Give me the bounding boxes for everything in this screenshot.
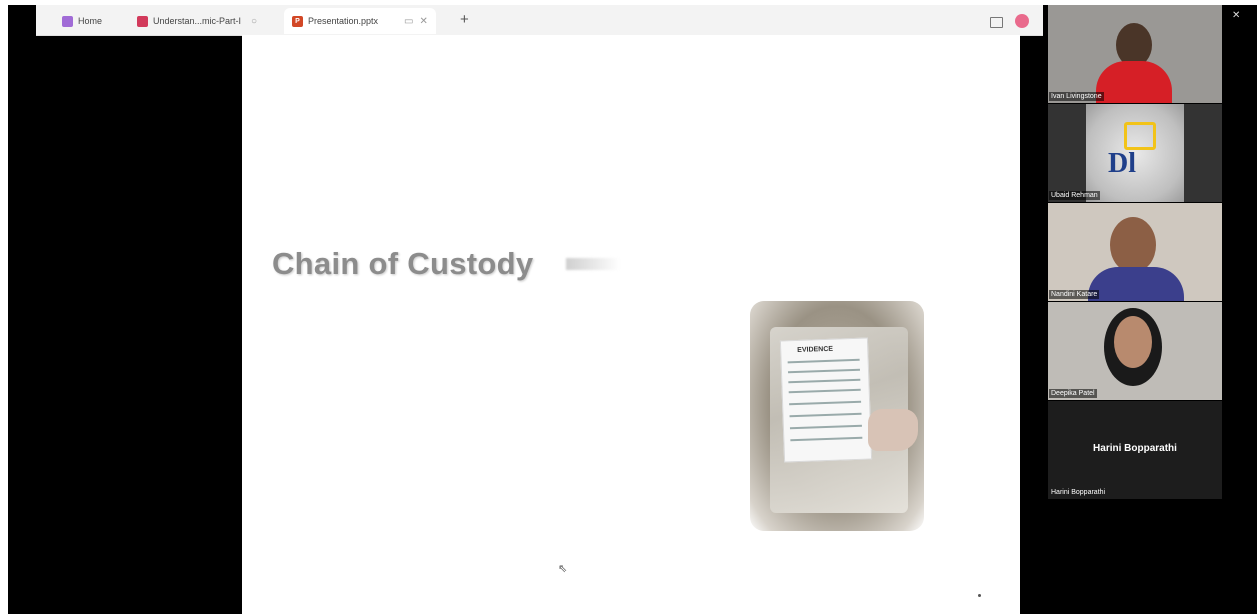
participant-name: Nandini Katare bbox=[1049, 290, 1100, 299]
participant-tile[interactable]: Nandini Katare bbox=[1048, 203, 1222, 301]
participant-face bbox=[1114, 316, 1152, 368]
powerpoint-favicon-icon: P bbox=[292, 15, 303, 27]
presentation-slide: Chain of Custody EVIDENCE ⇖ bbox=[242, 35, 1020, 614]
new-tab-button[interactable]: + bbox=[460, 11, 469, 28]
slide-dot bbox=[978, 594, 981, 597]
tab-sleep-icon: ○ bbox=[251, 15, 258, 27]
participant-tile[interactable]: Harini Bopparathi Harini Bopparathi bbox=[1048, 401, 1222, 499]
participant-face bbox=[1110, 217, 1156, 273]
participant-name: Ubaid Rehman bbox=[1049, 191, 1100, 200]
tab-label: Understan...mic-Part-I bbox=[153, 16, 242, 26]
tab-close-icon[interactable]: ✕ bbox=[420, 16, 428, 27]
slide-title: Chain of Custody bbox=[272, 246, 534, 281]
tab-label: Home bbox=[78, 16, 103, 26]
participant-logo: Dl bbox=[1086, 104, 1184, 202]
tab-label: Presentation.pptx bbox=[308, 16, 379, 26]
logo-monogram-icon: Dl bbox=[1108, 148, 1136, 179]
participant-display-name: Harini Bopparathi bbox=[1093, 443, 1177, 454]
mouse-pointer-icon: ⇖ bbox=[558, 563, 568, 575]
evidence-label-header: EVIDENCE bbox=[797, 345, 834, 354]
reading-view-icon[interactable] bbox=[990, 17, 1003, 28]
evidence-bag-photo: EVIDENCE bbox=[750, 301, 924, 531]
evidence-label: EVIDENCE bbox=[779, 337, 873, 463]
participant-tile[interactable]: Dl Ubaid Rehman bbox=[1048, 104, 1222, 202]
tab-understanding[interactable]: Understan...mic-Part-I ○ bbox=[137, 8, 257, 34]
participant-tile[interactable]: Ivan Livingstone bbox=[1048, 5, 1222, 103]
document-favicon-icon bbox=[137, 15, 148, 27]
participant-shirt bbox=[1088, 267, 1184, 301]
title-decoration bbox=[566, 258, 620, 270]
participant-tile[interactable]: Deepika Patel bbox=[1048, 302, 1222, 400]
hand bbox=[868, 409, 918, 451]
participant-name: Ivan Livingstone bbox=[1049, 92, 1104, 101]
logo-gavel-icon bbox=[1124, 122, 1156, 150]
tab-home[interactable]: Home bbox=[62, 8, 102, 34]
tab-presentation[interactable]: P Presentation.pptx ▭ ✕ bbox=[284, 8, 436, 34]
home-favicon-icon bbox=[62, 15, 73, 27]
participant-name: Deepika Patel bbox=[1049, 389, 1097, 398]
participant-name: Harini Bopparathi bbox=[1051, 489, 1106, 496]
profile-avatar-icon[interactable] bbox=[1015, 14, 1029, 28]
participant-shirt bbox=[1096, 61, 1172, 103]
browser-tab-bar: Home Understan...mic-Part-I ○ P Presenta… bbox=[36, 5, 1043, 36]
close-button[interactable]: ✕ bbox=[1232, 10, 1240, 21]
tab-cast-icon[interactable]: ▭ bbox=[404, 16, 413, 27]
